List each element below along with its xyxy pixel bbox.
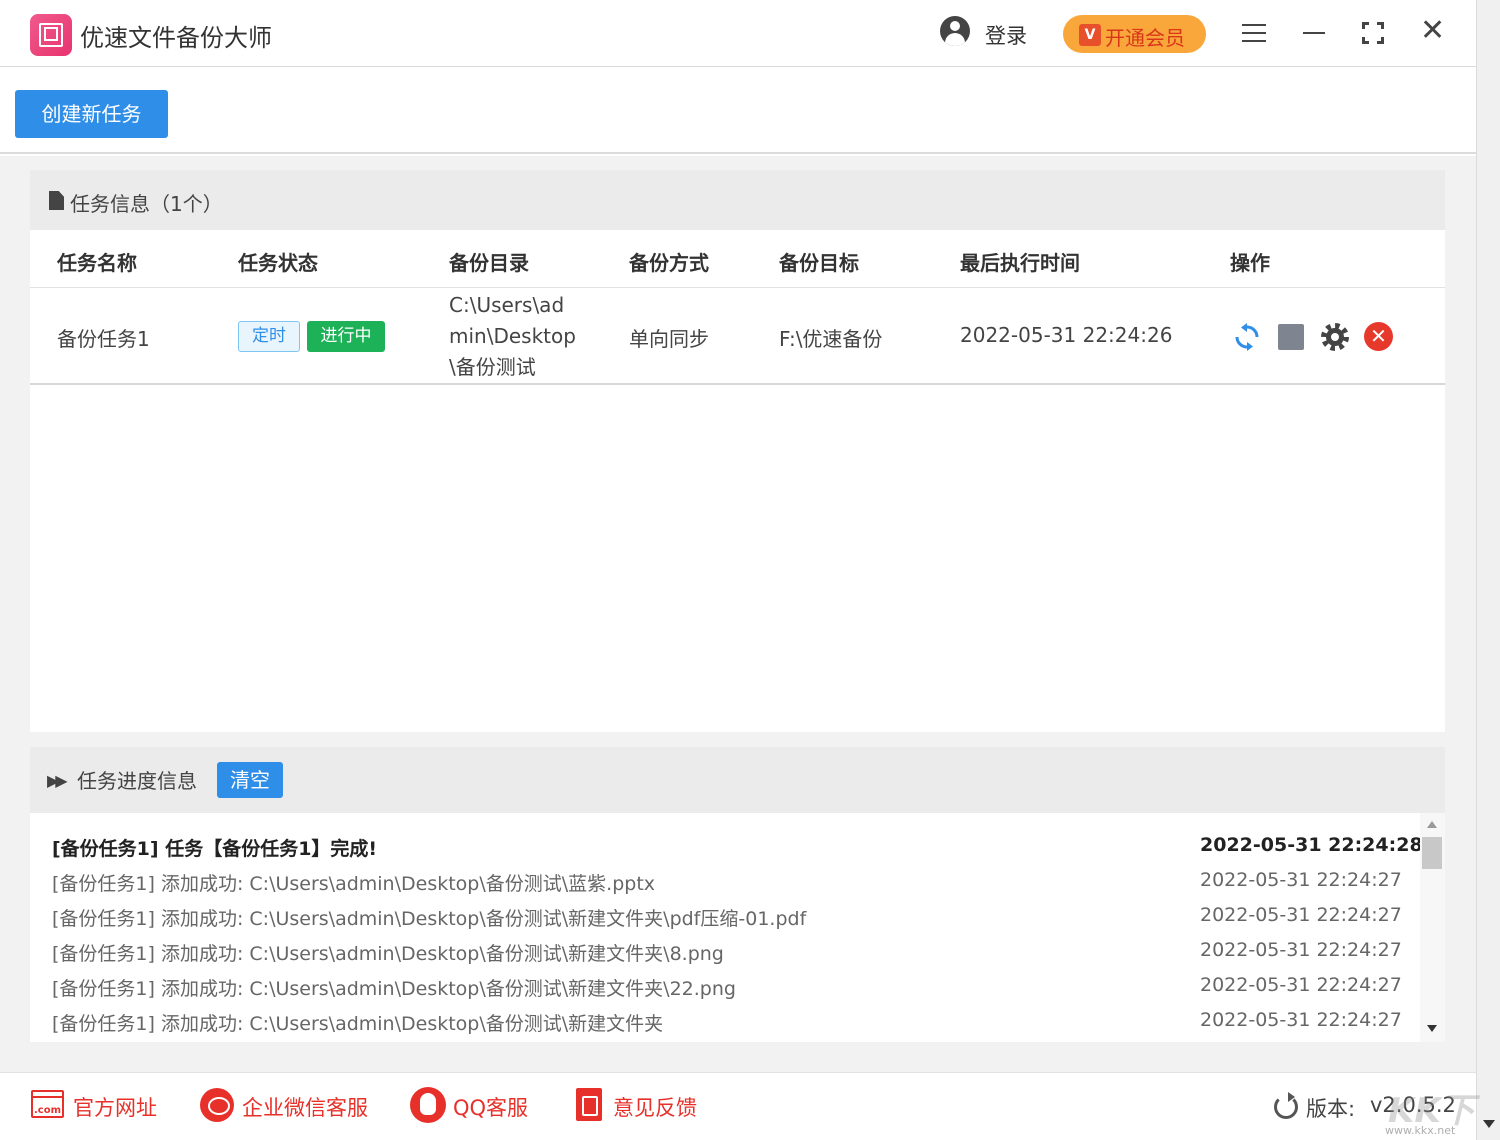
task-panel: 任务信息（1个） 任务名称 任务状态 备份目录 备份方式 备份目标 最后执行时间… [30,170,1445,732]
version-label: 版本: [1306,1093,1355,1123]
app-logo-icon [30,14,72,56]
stop-icon[interactable] [1278,324,1304,350]
log-message: [备份任务1] 添加成功: C:\Users\admin\Desktop\备份测… [52,1009,663,1036]
log-message: [备份任务1] 添加成功: C:\Users\admin\Desktop\备份测… [52,939,724,966]
task-table-header: 任务名称 任务状态 备份目录 备份方式 备份目标 最后执行时间 操作 [30,230,1445,288]
log-time: 2022-05-31 22:24:27 [1200,974,1402,996]
log-time: 2022-05-31 22:24:27 [1200,869,1402,891]
backup-mode: 单向同步 [629,323,709,352]
column-header-target: 备份目标 [779,247,859,276]
log-time: 2022-05-31 22:24:27 [1200,1009,1402,1031]
maximize-icon[interactable] [1362,22,1384,44]
refresh-icon[interactable] [1274,1095,1298,1119]
vip-button[interactable]: V 开通会员 [1063,15,1206,53]
sync-icon[interactable] [1233,323,1261,351]
last-run-time: 2022-05-31 22:24:26 [960,323,1172,347]
progress-panel: ▶▶ 任务进度信息 清空 [备份任务1] 任务【备份任务1】完成! 2022-0… [30,747,1445,1042]
backup-directory-line: min\Desktop [449,321,579,352]
scroll-up-icon[interactable] [1427,821,1437,828]
log-time: 2022-05-31 22:24:27 [1200,939,1402,961]
title-bar: 优速文件备份大师 登录 V 开通会员 ✕ [0,0,1476,67]
column-header-status: 任务状态 [238,247,318,276]
feedback-icon[interactable] [576,1088,602,1121]
delete-icon[interactable]: ✕ [1364,322,1393,351]
website-icon[interactable]: .com [31,1090,64,1118]
column-header-mode: 备份方式 [629,247,709,276]
qq-support-link[interactable]: QQ客服 [453,1092,528,1122]
column-header-actions: 操作 [1230,247,1270,276]
close-icon[interactable]: ✕ [1420,16,1445,46]
app-title: 优速文件备份大师 [80,18,272,53]
create-task-button[interactable]: 创建新任务 [15,90,168,138]
progress-panel-title: 任务进度信息 [77,765,197,794]
column-header-name: 任务名称 [57,247,137,276]
watermark-url: www.kkx.net [1385,1124,1455,1137]
list-item: [备份任务1] 添加成功: C:\Users\admin\Desktop\备份测… [30,933,1420,968]
vip-icon: V [1079,24,1101,46]
scroll-thumb[interactable] [1422,837,1442,869]
window-scrollbar[interactable] [1476,0,1500,1140]
feedback-link[interactable]: 意见反馈 [613,1092,697,1122]
log-list: [备份任务1] 任务【备份任务1】完成! 2022-05-31 22:24:28… [30,813,1420,1042]
log-message: [备份任务1] 添加成功: C:\Users\admin\Desktop\备份测… [52,974,736,1001]
wechat-icon[interactable] [200,1088,234,1122]
log-message: [备份任务1] 添加成功: C:\Users\admin\Desktop\备份测… [52,869,655,896]
wechat-support-link[interactable]: 企业微信客服 [242,1092,368,1122]
task-panel-title: 任务信息（1个） [70,188,223,217]
list-item: [备份任务1] 添加成功: C:\Users\admin\Desktop\备份测… [30,968,1420,1003]
toolbar: 创建新任务 [0,68,1476,154]
menu-icon[interactable] [1242,24,1266,42]
timed-badge: 定时 [238,321,300,352]
list-item: [备份任务1] 添加成功: C:\Users\admin\Desktop\备份测… [30,863,1420,898]
log-time: 2022-05-31 22:24:27 [1200,904,1402,926]
clear-button[interactable]: 清空 [217,762,283,798]
login-link[interactable]: 登录 [985,20,1027,50]
log-time: 2022-05-31 22:24:28 [1200,834,1420,856]
column-header-last-run: 最后执行时间 [960,247,1080,276]
minimize-icon[interactable] [1303,32,1325,34]
table-row[interactable]: 备份任务1 定时 进行中 C:\Users\ad min\Desktop \备份… [30,289,1445,385]
user-avatar-icon[interactable] [940,16,970,46]
list-item: [备份任务1] 添加成功: C:\Users\admin\Desktop\备份测… [30,1003,1420,1038]
document-icon [49,191,64,210]
column-header-directory: 备份目录 [449,247,529,276]
status-badge: 进行中 [307,321,385,352]
list-item: [备份任务1] 任务【备份任务1】完成! 2022-05-31 22:24:28 [30,828,1420,863]
log-message: [备份任务1] 任务【备份任务1】完成! [52,834,377,861]
settings-icon[interactable] [1319,321,1351,353]
backup-target: F:\优速备份 [779,323,882,352]
scroll-down-icon[interactable] [1427,1025,1437,1032]
list-item: [备份任务1] 添加成功: C:\Users\admin\Desktop\备份测… [30,898,1420,933]
fast-forward-icon: ▶▶ [47,771,64,790]
task-name: 备份任务1 [57,323,150,352]
website-link[interactable]: 官方网址 [73,1092,157,1122]
backup-directory-line: C:\Users\ad [449,290,579,321]
progress-panel-header: ▶▶ 任务进度信息 清空 [30,747,1445,813]
log-message: [备份任务1] 添加成功: C:\Users\admin\Desktop\备份测… [52,904,806,931]
backup-directory-line: \备份测试 [449,352,579,383]
qq-icon[interactable] [410,1087,446,1123]
footer: .com 官方网址 企业微信客服 QQ客服 意见反馈 版本: v2.0.5.2 [0,1072,1476,1140]
log-scrollbar[interactable] [1420,813,1445,1042]
backup-directory: C:\Users\ad min\Desktop \备份测试 [449,290,579,383]
task-panel-header: 任务信息（1个） [30,170,1445,230]
vip-label: 开通会员 [1105,22,1185,51]
